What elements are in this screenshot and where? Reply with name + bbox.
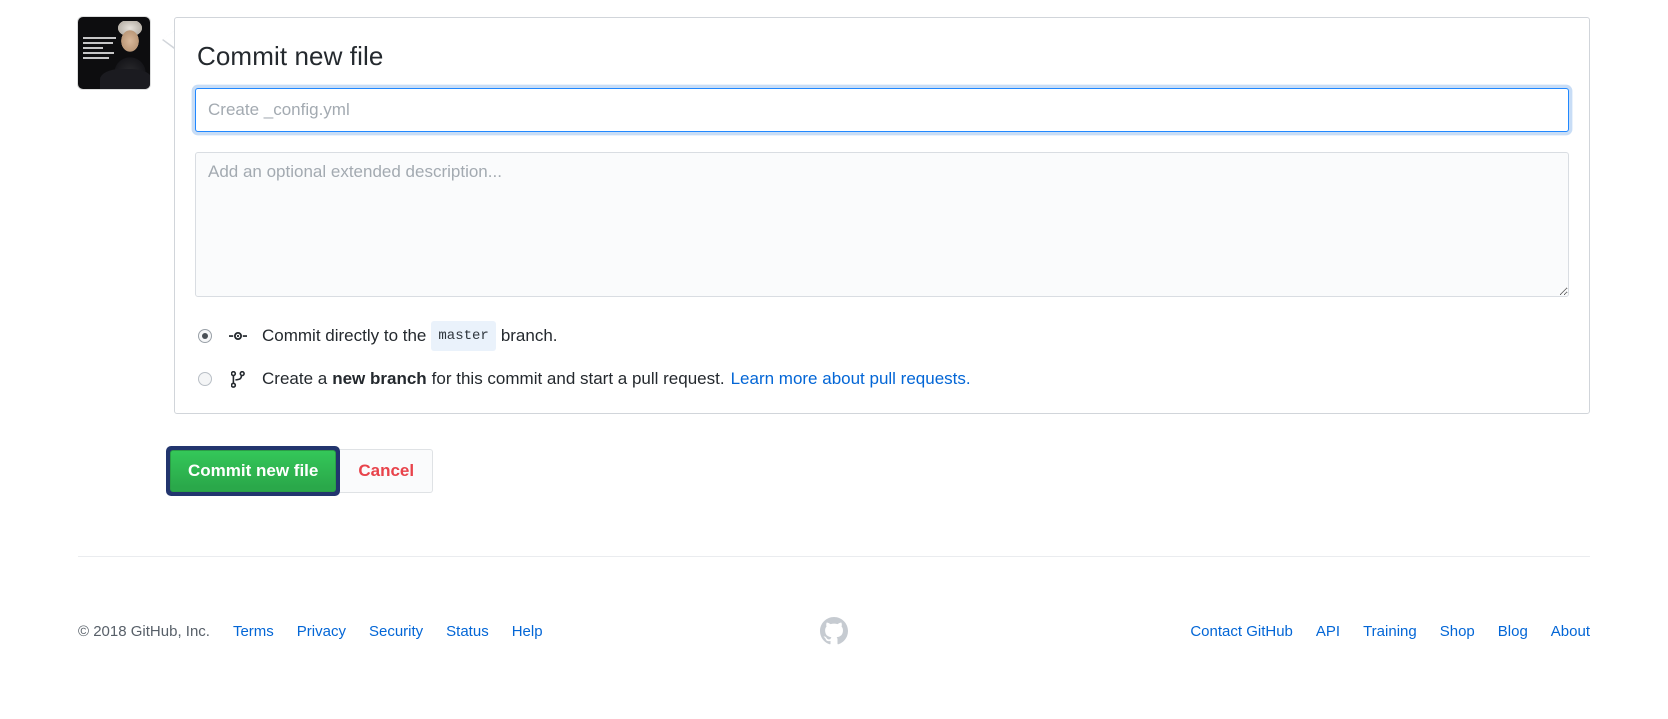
footer-link-contact-github[interactable]: Contact GitHub	[1190, 623, 1293, 640]
page-title: Commit new file	[197, 41, 384, 71]
option-create-branch[interactable]: Create a new branch for this commit and …	[195, 367, 1569, 391]
option-label-middle: for this commit and start a pull request…	[431, 369, 725, 388]
option-label-prefix: Commit directly to the	[262, 326, 427, 345]
commit-summary-input[interactable]	[195, 88, 1569, 132]
callout-arrow-fill	[163, 31, 174, 47]
footer-link-blog[interactable]: Blog	[1498, 623, 1528, 640]
avatar-shoulder	[100, 69, 150, 89]
git-commit-icon	[228, 327, 248, 345]
radio-create-branch[interactable]	[198, 372, 212, 386]
user-avatar	[78, 17, 150, 89]
footer-link-terms[interactable]: Terms	[233, 623, 274, 640]
commit-form-area: Commit new file Create _config.yml Add a…	[78, 17, 1590, 414]
git-branch-icon	[228, 370, 248, 388]
option-label-emphasis: new branch	[332, 369, 427, 388]
footer-link-privacy[interactable]: Privacy	[297, 623, 346, 640]
footer-right-links: Contact GitHub API Training Shop Blog Ab…	[851, 623, 1590, 640]
commit-new-file-button[interactable]: Commit new file	[170, 450, 337, 492]
footer-link-status[interactable]: Status	[446, 623, 489, 640]
commit-panel-wrapper: Commit new file Create _config.yml Add a…	[162, 17, 1590, 414]
footer-left-links: © 2018 GitHub, Inc. Terms Privacy Securi…	[78, 623, 817, 640]
commit-description-textarea[interactable]	[195, 152, 1569, 297]
avatar-caption-text	[83, 37, 117, 62]
footer-link-security[interactable]: Security	[369, 623, 423, 640]
page-root: Commit new file Create _config.yml Add a…	[0, 0, 1668, 719]
footer-link-shop[interactable]: Shop	[1440, 623, 1475, 640]
footer-link-training[interactable]: Training	[1363, 623, 1417, 640]
footer-link-about[interactable]: About	[1551, 623, 1590, 640]
footer-divider	[78, 556, 1590, 557]
option-commit-directly[interactable]: Commit directly to the master branch.	[195, 321, 1569, 351]
footer-link-help[interactable]: Help	[512, 623, 543, 640]
branch-name-badge: master	[431, 321, 496, 351]
branch-options-group: Commit directly to the master branch. Cr…	[195, 321, 1569, 391]
copyright-text: © 2018 GitHub, Inc.	[78, 622, 210, 640]
radio-commit-directly[interactable]	[198, 329, 212, 343]
form-actions: Commit new file Cancel	[166, 446, 434, 496]
commit-panel: Commit new file Create _config.yml Add a…	[174, 17, 1590, 414]
submit-focus-ring: Commit new file	[166, 446, 341, 496]
pull-request-help-link[interactable]: Learn more about pull requests.	[731, 367, 971, 391]
option-label-prefix: Create a	[262, 369, 328, 388]
cancel-button[interactable]: Cancel	[340, 449, 434, 493]
github-mark-icon	[817, 617, 851, 645]
page-footer: © 2018 GitHub, Inc. Terms Privacy Securi…	[78, 604, 1590, 658]
option-label-suffix: branch.	[500, 326, 558, 345]
footer-link-api[interactable]: API	[1316, 623, 1340, 640]
